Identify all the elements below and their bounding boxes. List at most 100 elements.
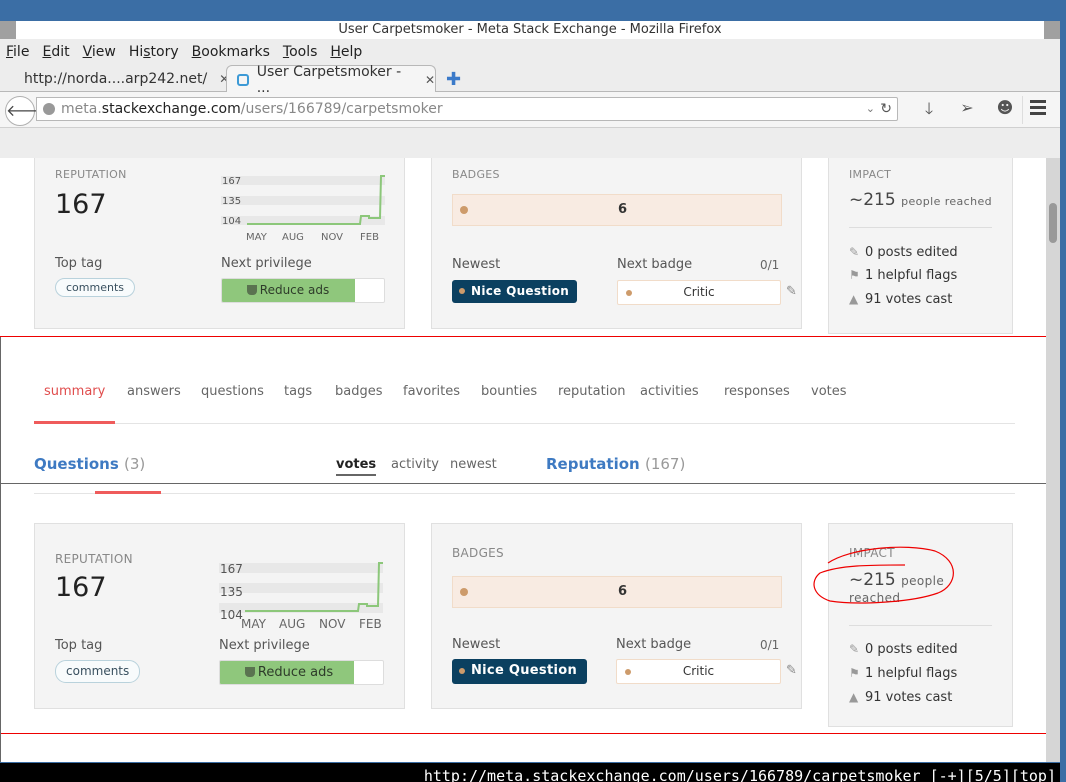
sort-activity[interactable]: activity <box>391 457 439 472</box>
sort-votes[interactable]: votes <box>336 457 377 476</box>
tab-favorites[interactable]: favorites <box>403 384 460 399</box>
y-tick: 167 <box>220 562 243 576</box>
pencil-icon[interactable]: ✎ <box>786 284 797 299</box>
tab-votes[interactable]: votes <box>811 384 847 399</box>
privilege-name: Reduce ads <box>259 283 330 297</box>
tab-label: http://norda....arp242.net/ <box>24 70 208 87</box>
browser-tab-1[interactable]: http://norda....arp242.net/ ✕ <box>24 65 229 92</box>
next-badge[interactable]: Critic <box>617 280 781 305</box>
menu-rest: iew <box>91 44 116 60</box>
bronze-badge-icon <box>625 669 631 675</box>
y-tick: 135 <box>220 585 243 599</box>
menu-rest: elp <box>340 44 363 60</box>
tab-summary[interactable]: summary <box>44 384 105 399</box>
next-badge-progress: 0/1 <box>760 258 780 272</box>
download-icon[interactable]: 🡓 <box>910 98 948 125</box>
tab-bounties[interactable]: bounties <box>481 384 537 399</box>
tab-questions[interactable]: questions <box>201 384 264 399</box>
title-bar: User Carpetsmoker - Meta Stack Exchange … <box>0 21 1060 39</box>
chevron-down-icon[interactable]: ⌄ <box>866 98 875 120</box>
pencil-icon[interactable]: ✎ <box>786 663 797 678</box>
scrollbar-thumb[interactable] <box>1049 203 1057 243</box>
reputation-title: Reputation <box>546 455 640 473</box>
tab-tags[interactable]: tags <box>284 384 312 399</box>
menu-tools[interactable]: Tools <box>283 44 318 60</box>
questions-heading[interactable]: Questions (3) <box>34 455 145 473</box>
menu-edit[interactable]: Edit <box>42 44 69 60</box>
menu-file[interactable]: File <box>6 44 29 60</box>
tab-label: User Carpetsmoker - ... <box>256 63 402 96</box>
stat-text: 91 votes cast <box>865 292 953 307</box>
bronze-badges-bar[interactable]: 6 <box>452 576 782 608</box>
stat-text: 1 helpful flags <box>865 268 958 283</box>
navigation-bar: 🡐 meta.stackexchange.com/users/166789/ca… <box>0 92 1060 128</box>
tab-activities[interactable]: activities <box>640 384 699 399</box>
y-tick: 167 <box>222 176 241 187</box>
top-tag[interactable]: comments <box>55 278 135 297</box>
section-divider <box>34 493 1015 494</box>
menu-help[interactable]: Help <box>330 44 362 60</box>
back-button[interactable]: 🡐 <box>5 96 49 126</box>
menu-rest: ookmarks <box>201 44 270 60</box>
newest-badge[interactable]: Nice Question <box>452 280 578 303</box>
y-tick: 104 <box>220 608 243 622</box>
reputation-label: REPUTATION <box>55 552 133 566</box>
impact-card: IMPACT ~215 people reached ✎ 0 posts edit… <box>828 158 1013 334</box>
tab-badges[interactable]: badges <box>335 384 383 399</box>
x-tick: FEB <box>360 232 379 243</box>
reputation-card: REPUTATION 167 167 135 104 MAY AUG NOV F… <box>34 523 405 709</box>
sort-newest[interactable]: newest <box>450 457 497 472</box>
flag-icon: ⚑ <box>849 666 860 680</box>
tab-answers[interactable]: answers <box>127 384 181 399</box>
newest-label: Newest <box>452 637 501 652</box>
pencil-icon: ✎ <box>849 642 860 656</box>
reputation-value: 167 <box>55 189 107 220</box>
active-underline <box>95 491 161 494</box>
new-tab-icon[interactable]: ✚ <box>446 69 461 90</box>
frame-divider <box>0 483 1060 484</box>
pencil-icon: ✎ <box>849 245 860 259</box>
impact-value: ~215 people reached <box>849 190 992 210</box>
badges-label: BADGES <box>452 168 500 181</box>
menu-view[interactable]: View <box>83 44 116 60</box>
next-badge-name: Critic <box>682 664 715 678</box>
menu-bookmarks[interactable]: Bookmarks <box>192 44 270 60</box>
privilege-name: Reduce ads <box>257 665 334 680</box>
tab-responses[interactable]: responses <box>724 384 790 399</box>
menu-mnemonic: s <box>143 44 151 60</box>
top-tag[interactable]: comments <box>55 660 141 683</box>
close-tab-icon[interactable]: ✕ <box>425 73 435 87</box>
next-privilege-bar[interactable]: Reduce ads <box>219 660 384 685</box>
bronze-badges-bar[interactable]: 6 <box>452 194 782 226</box>
grid-band <box>221 176 385 185</box>
stat-helpful-flags: ⚑ 1 helpful flags <box>849 268 957 283</box>
reload-icon[interactable]: ↻ <box>880 98 892 120</box>
menu-icon[interactable] <box>1030 100 1046 118</box>
vertical-scrollbar[interactable] <box>1046 158 1060 762</box>
stat-votes-cast: ▲ 91 votes cast <box>849 292 952 307</box>
menu-history[interactable]: History <box>129 44 179 60</box>
menu-rest: dit <box>51 44 70 60</box>
newest-badge[interactable]: Nice Question <box>452 659 588 684</box>
bronze-badge-icon <box>626 290 632 296</box>
next-badge-progress: 0/1 <box>760 638 780 652</box>
page-content: REPUTATION 167 167 135 104 MAY AUG NOV F… <box>0 158 1060 762</box>
send-icon[interactable]: ➢ <box>948 98 986 125</box>
stat-text: 0 posts edited <box>865 642 958 657</box>
browser-tab-2[interactable]: User Carpetsmoker - ... ✕ <box>226 63 436 96</box>
url-bar[interactable]: meta.stackexchange.com/users/166789/carp… <box>36 97 898 121</box>
next-badge-label: Next badge <box>617 257 693 272</box>
triangle-up-icon: ▲ <box>849 292 859 306</box>
tab-reputation[interactable]: reputation <box>558 384 626 399</box>
status-bar: http://meta.stackexchange.com/users/1667… <box>0 763 1060 782</box>
next-badge[interactable]: Critic <box>616 659 781 684</box>
next-privilege-bar[interactable]: Reduce ads <box>221 278 385 303</box>
reputation-heading[interactable]: Reputation (167) <box>546 455 685 473</box>
impact-number: ~215 <box>849 190 896 210</box>
grid-band <box>219 563 383 573</box>
reputation-value: 167 <box>55 572 107 603</box>
annotation-circle <box>813 546 954 604</box>
menu-bar: File Edit View History Bookmarks Tools H… <box>0 39 1060 65</box>
triangle-up-icon: ▲ <box>849 690 859 704</box>
chat-icon[interactable]: ☻ <box>986 98 1024 125</box>
